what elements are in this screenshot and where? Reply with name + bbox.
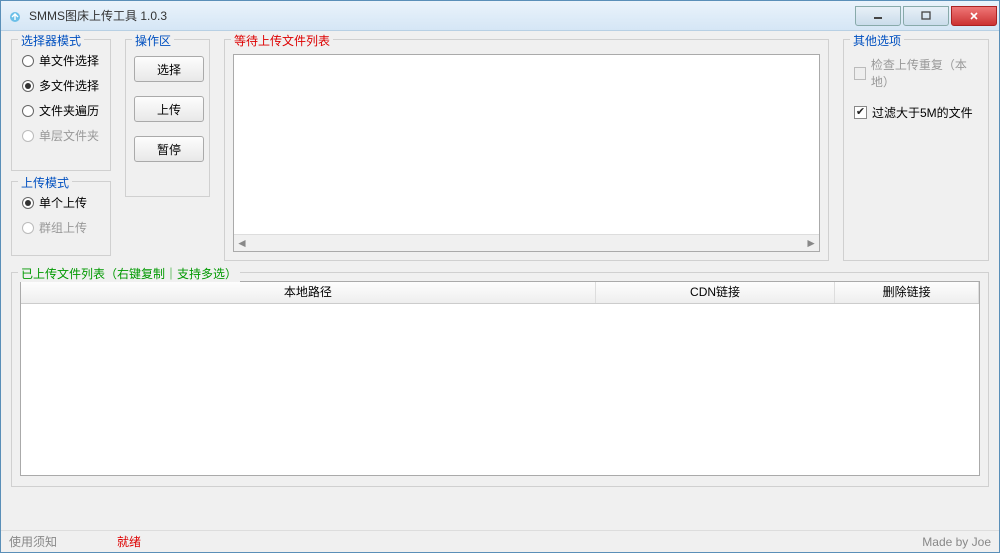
operations-group: 操作区 选择 上传 暂停 — [125, 39, 210, 197]
uploaded-table[interactable]: 本地路径 CDN链接 删除链接 — [20, 281, 980, 476]
radio-icon — [22, 80, 34, 92]
operations-title: 操作区 — [132, 32, 174, 49]
content-area: 选择器模式 单文件选择 多文件选择 文件夹遍历 — [1, 31, 999, 530]
selector-mode-group: 选择器模式 单文件选择 多文件选择 文件夹遍历 — [11, 39, 111, 171]
radio-folder-traverse[interactable]: 文件夹遍历 — [20, 98, 102, 123]
checkbox-filter-5m[interactable]: ✔ 过滤大于5M的文件 — [852, 100, 980, 125]
checkbox-label: 检查上传重复（本地） — [871, 56, 978, 90]
radio-single-upload[interactable]: 单个上传 — [20, 190, 102, 215]
other-options-group: 其他选项 检查上传重复（本地） ✔ 过滤大于5M的文件 — [843, 39, 989, 261]
status-ready: 就绪 — [117, 533, 141, 550]
radio-icon — [22, 197, 34, 209]
close-icon — [968, 11, 980, 21]
selector-mode-title: 选择器模式 — [18, 32, 84, 49]
radio-icon — [22, 222, 34, 234]
close-button[interactable] — [951, 6, 997, 26]
status-author: Made by Joe — [922, 535, 991, 549]
status-instructions[interactable]: 使用须知 — [9, 533, 57, 550]
scroll-left-icon[interactable]: ◄ — [236, 236, 248, 250]
titlebar[interactable]: SMMS图床上传工具 1.0.3 — [1, 1, 999, 31]
table-body[interactable] — [21, 304, 979, 475]
uploaded-list-title: 已上传文件列表（右键复制｜支持多选） — [18, 265, 240, 282]
upload-mode-group: 上传模式 单个上传 群组上传 — [11, 181, 111, 256]
radio-single-file[interactable]: 单文件选择 — [20, 48, 102, 73]
other-options-title: 其他选项 — [850, 32, 904, 49]
radio-label: 多文件选择 — [39, 77, 99, 94]
scroll-right-icon[interactable]: ► — [805, 236, 817, 250]
radio-label: 文件夹遍历 — [39, 102, 99, 119]
radio-icon — [22, 55, 34, 67]
pending-list-group: 等待上传文件列表 ◄ ► — [224, 39, 829, 261]
app-window: SMMS图床上传工具 1.0.3 选择器模式 单文件选择 — [0, 0, 1000, 553]
app-icon — [7, 8, 23, 24]
column-local-path[interactable]: 本地路径 — [21, 282, 596, 303]
table-header: 本地路径 CDN链接 删除链接 — [21, 282, 979, 304]
radio-single-folder: 单层文件夹 — [20, 123, 102, 148]
radio-icon — [22, 130, 34, 142]
pending-list-title: 等待上传文件列表 — [231, 32, 333, 49]
window-title: SMMS图床上传工具 1.0.3 — [29, 7, 855, 24]
radio-label: 群组上传 — [39, 219, 87, 236]
minimize-icon — [872, 11, 884, 21]
radio-label: 单文件选择 — [39, 52, 99, 69]
select-button[interactable]: 选择 — [134, 56, 204, 82]
upload-mode-title: 上传模式 — [18, 174, 72, 191]
column-delete-link[interactable]: 删除链接 — [835, 282, 979, 303]
radio-label: 单层文件夹 — [39, 127, 99, 144]
radio-icon — [22, 105, 34, 117]
upload-button[interactable]: 上传 — [134, 96, 204, 122]
radio-group-upload: 群组上传 — [20, 215, 102, 240]
pending-listbox[interactable]: ◄ ► — [233, 54, 820, 252]
horizontal-scrollbar[interactable]: ◄ ► — [234, 234, 819, 251]
checkbox-icon — [854, 67, 866, 80]
maximize-button[interactable] — [903, 6, 949, 26]
radio-label: 单个上传 — [39, 194, 87, 211]
uploaded-list-group: 已上传文件列表（右键复制｜支持多选） 本地路径 CDN链接 删除链接 — [11, 272, 989, 487]
maximize-icon — [920, 11, 932, 21]
statusbar: 使用须知 就绪 Made by Joe — [1, 530, 999, 552]
pause-button[interactable]: 暂停 — [134, 136, 204, 162]
minimize-button[interactable] — [855, 6, 901, 26]
checkbox-icon: ✔ — [854, 106, 867, 119]
checkbox-check-duplicates: 检查上传重复（本地） — [852, 52, 980, 94]
checkbox-label: 过滤大于5M的文件 — [872, 104, 973, 121]
radio-multi-file[interactable]: 多文件选择 — [20, 73, 102, 98]
column-cdn-link[interactable]: CDN链接 — [596, 282, 836, 303]
